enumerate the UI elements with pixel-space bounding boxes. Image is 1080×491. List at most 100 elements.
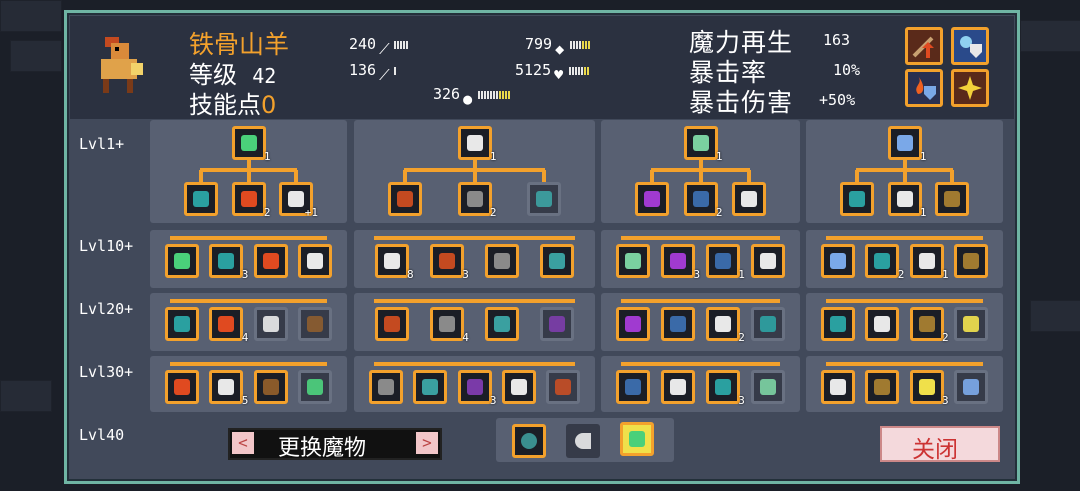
skill-node[interactable]: 2	[683, 182, 723, 219]
skill-icon	[874, 316, 891, 332]
stat-health: 5125 ♥	[515, 61, 590, 84]
swirl-trait-icon[interactable]	[512, 424, 546, 458]
skill-node[interactable]	[865, 370, 900, 404]
skill-node[interactable]	[540, 244, 575, 278]
skill-node[interactable]	[165, 370, 200, 404]
skill-node[interactable]	[253, 370, 288, 404]
star-buff-icon[interactable]	[951, 69, 989, 107]
skill-node[interactable]: 5	[209, 370, 248, 407]
skill-node[interactable]	[935, 182, 969, 216]
skill-node[interactable]	[527, 182, 561, 216]
close-button[interactable]: 关闭	[880, 426, 1000, 463]
skill-node[interactable]	[165, 307, 200, 341]
level-row-label: Lvl30+	[79, 363, 134, 381]
node-rank: 2	[942, 331, 949, 344]
skill-node[interactable]: 1	[909, 244, 949, 281]
skill-node[interactable]	[750, 307, 785, 341]
skill-node[interactable]	[369, 370, 404, 404]
skill-node[interactable]	[840, 182, 874, 216]
skill-node[interactable]	[821, 307, 856, 341]
skill-node[interactable]: 3	[661, 244, 700, 281]
skill-node[interactable]	[616, 370, 651, 404]
skill-icon	[625, 316, 642, 332]
fire-shield-icon[interactable]	[905, 69, 943, 107]
skill-node[interactable]	[485, 244, 520, 278]
skill-node[interactable]: 3	[429, 244, 469, 281]
change-monster-label[interactable]: 更换魔物	[278, 430, 366, 462]
skill-node[interactable]	[750, 244, 785, 278]
node-rank: 3	[738, 394, 745, 407]
skill-node[interactable]	[953, 307, 988, 341]
attack-up-icon[interactable]	[905, 27, 943, 65]
skill-node[interactable]	[616, 244, 651, 278]
skill-icon	[466, 379, 483, 395]
skill-node[interactable]	[297, 244, 332, 278]
tree-connector	[698, 170, 703, 182]
tree-connector	[294, 170, 298, 182]
skill-node[interactable]: 1	[887, 182, 927, 219]
skill-node[interactable]	[821, 370, 856, 404]
skill-node[interactable]	[616, 307, 651, 341]
next-monster-button[interactable]: >	[416, 432, 438, 454]
skill-node[interactable]: 2	[865, 244, 904, 281]
skill-node[interactable]: +1	[279, 182, 318, 219]
skill-node[interactable]	[297, 307, 332, 341]
tree-connector	[621, 236, 780, 240]
node-rank: 2	[489, 206, 497, 219]
skill-node[interactable]: 2	[231, 182, 271, 219]
skill-node[interactable]	[953, 244, 988, 278]
skill-points: 技能点0	[189, 85, 276, 120]
bg-brick	[1020, 20, 1080, 52]
skill-node[interactable]: 1	[705, 244, 745, 281]
skill-node[interactable]	[545, 370, 580, 404]
skill-node[interactable]	[485, 307, 520, 341]
skill-node[interactable]	[661, 307, 696, 341]
skill-node[interactable]: 3	[705, 370, 745, 407]
skill-icon	[644, 191, 660, 207]
water-shield-icon[interactable]	[951, 27, 989, 65]
skill-node[interactable]	[732, 182, 766, 216]
tree-connector	[246, 170, 251, 182]
skill-node[interactable]: 1	[683, 126, 723, 163]
skill-node[interactable]	[635, 182, 669, 216]
skill-node[interactable]: 3	[209, 244, 248, 281]
skill-node[interactable]	[953, 370, 988, 404]
skill-icon	[549, 316, 566, 332]
node-rank: 8	[407, 268, 414, 281]
skill-node[interactable]: 2	[457, 182, 497, 219]
skill-node[interactable]	[821, 244, 856, 278]
moon-trait-icon[interactable]	[566, 424, 600, 458]
skill-node[interactable]	[865, 307, 900, 341]
skill-node[interactable]	[253, 244, 288, 278]
skill-node[interactable]	[165, 244, 200, 278]
skill-node[interactable]: 2	[705, 307, 745, 344]
skill-node[interactable]	[413, 370, 448, 404]
skill-icon	[306, 316, 323, 332]
skill-node[interactable]	[184, 182, 218, 216]
magic-attack-value: 136	[349, 61, 377, 79]
skill-node[interactable]: 3	[909, 370, 949, 407]
skill-node[interactable]	[501, 370, 536, 404]
skill-node[interactable]: 1	[457, 126, 497, 163]
skill-node[interactable]: 2	[909, 307, 949, 344]
skill-icon	[494, 253, 511, 269]
skill-node[interactable]	[388, 182, 422, 216]
speed-bar	[478, 85, 511, 103]
skill-node[interactable]: 3	[457, 370, 497, 407]
skill-icon	[218, 379, 235, 395]
skill-node[interactable]: 4	[209, 307, 248, 344]
shield-trait-icon[interactable]	[620, 422, 654, 456]
skill-node[interactable]: 4	[429, 307, 469, 344]
skill-node[interactable]	[661, 370, 696, 404]
skill-node[interactable]	[540, 307, 575, 341]
skill-node[interactable]	[253, 307, 288, 341]
prev-monster-button[interactable]: <	[232, 432, 254, 454]
node-rank: 3	[693, 268, 701, 281]
skill-node[interactable]	[750, 370, 785, 404]
skill-node[interactable]	[297, 370, 332, 404]
skill-node[interactable]: 1	[231, 126, 271, 163]
skill-icon	[383, 316, 400, 332]
skill-node[interactable]	[374, 307, 409, 341]
skill-node[interactable]: 8	[374, 244, 414, 281]
skill-node[interactable]: 1	[887, 126, 927, 163]
